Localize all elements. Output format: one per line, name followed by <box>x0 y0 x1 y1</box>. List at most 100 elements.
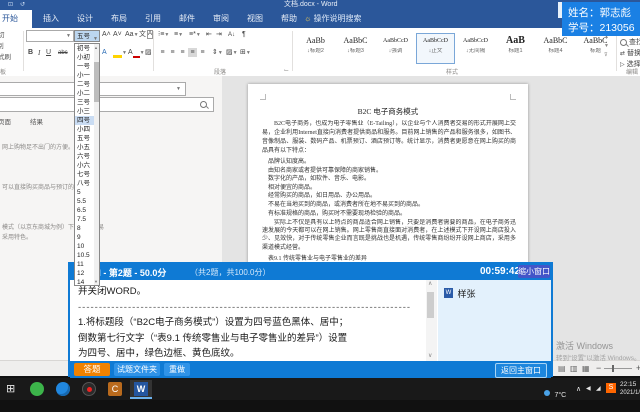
scroll-up-icon[interactable]: ∧ <box>428 280 432 287</box>
sort-button[interactable]: A↓ <box>228 30 235 40</box>
show-marks-button[interactable]: ¶ <box>242 30 246 40</box>
nav-result-item[interactable]: 采用特色。 <box>2 232 32 241</box>
scroll-down-icon[interactable]: ▼ <box>94 279 98 284</box>
answer-button[interactable]: 答题 <box>74 363 110 376</box>
format-painter-button[interactable]: ✎格式刷 <box>0 53 24 63</box>
justify-button[interactable]: ≡ <box>188 48 197 57</box>
line-spacing-button[interactable]: ⇕▼ <box>212 48 223 58</box>
style-heading3[interactable]: AaBbC↓标题3 <box>336 33 375 64</box>
tab-home[interactable]: 开始 <box>0 10 32 28</box>
style-emphasis[interactable]: AaBbCcD↓强调 <box>376 33 415 64</box>
start-button[interactable]: ⊞ <box>6 382 15 396</box>
font-size-combo[interactable]: 五号 ▼ <box>74 30 100 42</box>
cut-button[interactable]: ✂剪切 <box>0 31 24 41</box>
zoom-slider[interactable] <box>604 368 632 369</box>
grow-font-button[interactable]: A˄ <box>102 30 111 40</box>
paragraph-dialog-launcher[interactable]: ⌙ <box>284 67 289 74</box>
group-divider <box>153 31 154 71</box>
tab-design[interactable]: 设计 <box>68 10 102 28</box>
nav-search-input[interactable] <box>0 97 214 112</box>
tab-review[interactable]: 审阅 <box>204 10 238 28</box>
taskbar-c-app-icon[interactable]: C <box>108 382 122 396</box>
exam-scrollbar[interactable]: ∧ ∨ <box>426 280 437 361</box>
scrollbar-thumb[interactable] <box>94 62 99 102</box>
read-mode-button[interactable]: ▤ <box>558 364 566 373</box>
undo-icon[interactable]: ↺ <box>20 0 25 10</box>
tell-me-search[interactable]: ☼ 操作说明搜索 <box>304 10 362 28</box>
italic-button[interactable]: I <box>38 48 40 58</box>
style-heading1[interactable]: AaB标题1 <box>496 33 535 64</box>
zoom-in-button[interactable]: + <box>636 363 640 373</box>
align-left-button[interactable]: ≡ <box>158 48 167 57</box>
print-layout-button[interactable]: ▥ <box>570 364 578 373</box>
bold-button[interactable]: B <box>28 48 33 58</box>
align-center-button[interactable]: ≡ <box>168 48 177 57</box>
save-icon[interactable]: ⊡ <box>8 0 13 10</box>
taskbar-app-icon-green[interactable] <box>30 382 44 396</box>
doc-paragraph-2: 实际上不仅是具有以上特点的商品适合网上销售，只要是消费者需要的商品，在电子商务迅… <box>262 219 516 252</box>
tab-references[interactable]: 引用 <box>136 10 170 28</box>
volume-icon[interactable]: ◀ <box>586 385 591 407</box>
style-title[interactable]: AaBbC标题 <box>576 33 615 64</box>
tab-insert[interactable]: 插入 <box>34 10 68 28</box>
minimize-window-button[interactable]: 缩小窗口 <box>518 265 550 278</box>
underline-button[interactable]: U <box>46 48 51 58</box>
shrink-font-button[interactable]: A˅ <box>113 30 122 40</box>
replace-button[interactable]: ⇄ 替换 <box>620 49 640 59</box>
increase-indent-button[interactable]: ⇥ <box>216 30 222 40</box>
scroll-down-icon[interactable]: ∨ <box>428 352 432 359</box>
zoom-out-button[interactable]: − <box>596 363 601 373</box>
nav-tab-pages[interactable]: 页面 <box>0 116 11 126</box>
style-heading2[interactable]: AaBb↓标题2 <box>296 33 335 64</box>
style-normal[interactable]: AaBbCcD↓正文 <box>416 33 455 64</box>
font-color-button[interactable]: A▼ <box>128 48 145 58</box>
tab-view[interactable]: 视图 <box>238 10 272 28</box>
align-right-button[interactable]: ≡ <box>178 48 187 57</box>
borders-button[interactable]: ⊞▼ <box>240 48 251 58</box>
numbering-button[interactable]: ≡▼ <box>174 30 183 40</box>
strikethrough-button[interactable]: abc <box>58 48 68 58</box>
scroll-up-icon[interactable]: ▲ <box>94 45 98 50</box>
phonetic-guide-button[interactable]: 文 <box>139 30 146 40</box>
sample-file-item[interactable]: W 样张 <box>444 284 475 302</box>
font-name-combo[interactable]: ▼ <box>26 30 74 42</box>
style-heading4[interactable]: AaBbC标题4 <box>536 33 575 64</box>
taskbar-word-slot[interactable]: W <box>130 380 152 399</box>
margin-mark-icon <box>260 94 266 100</box>
styles-expand[interactable]: ⊽ <box>604 52 608 58</box>
style-no-spacing[interactable]: AaBbCcD↓无间隔 <box>456 33 495 64</box>
paragraph-shading-button[interactable]: ▨▼ <box>226 48 238 58</box>
tab-layout[interactable]: 布局 <box>102 10 136 28</box>
redo-button[interactable]: 重做 <box>164 363 190 376</box>
tray-chevron-icon[interactable]: ∧ <box>576 385 581 407</box>
character-shading-button[interactable]: ▨ <box>145 48 152 58</box>
zoom-slider-thumb[interactable] <box>612 365 614 372</box>
tab-mailings[interactable]: 邮件 <box>170 10 204 28</box>
dropdown-scrollbar[interactable]: ▲ ▼ <box>94 44 99 285</box>
multilevel-list-button[interactable]: ≡*▼ <box>189 30 201 40</box>
exam-header[interactable]: Word - 第2题 - 50.0分 （共2题，共100.0分） 00:59:4… <box>70 264 551 280</box>
taskbar-recorder-icon[interactable] <box>82 382 96 396</box>
text-effects-button[interactable]: A <box>102 48 107 58</box>
find-button[interactable]: 查找 <box>620 38 640 48</box>
scrollbar-thumb[interactable] <box>427 292 434 318</box>
sogou-input-icon[interactable]: S <box>606 383 616 393</box>
nav-result-item[interactable]: 网上购物足不出门的方便。 <box>2 142 74 151</box>
weather-widget[interactable]: 7°C <box>544 384 566 406</box>
web-layout-button[interactable]: ▦ <box>582 364 590 373</box>
return-main-window-button[interactable]: 返回主窗口 <box>495 363 547 378</box>
doc-table-caption: 表9.1 传统零售业与电子零售业的差异 <box>268 253 367 262</box>
clock-date[interactable]: 2021/1/15 <box>620 390 640 412</box>
decrease-indent-button[interactable]: ⇤ <box>206 30 212 40</box>
bullets-button[interactable]: ⁝≡▼ <box>158 30 169 40</box>
styles-scroll-down[interactable]: ▼ <box>604 43 609 49</box>
change-case-button[interactable]: Aa▼ <box>125 30 139 40</box>
highlight-color-button[interactable]: ▼ <box>113 48 127 58</box>
exam-folder-button[interactable]: 试题文件夹 <box>114 363 160 376</box>
network-icon[interactable]: ◢ <box>596 385 601 407</box>
nav-tab-results[interactable]: 结果 <box>30 116 43 126</box>
tab-help[interactable]: 帮助 <box>272 10 306 28</box>
distribute-button[interactable]: ≡ <box>198 48 207 57</box>
copy-button[interactable]: ⧉复制 <box>0 42 24 52</box>
taskbar-browser-icon[interactable] <box>56 382 70 396</box>
